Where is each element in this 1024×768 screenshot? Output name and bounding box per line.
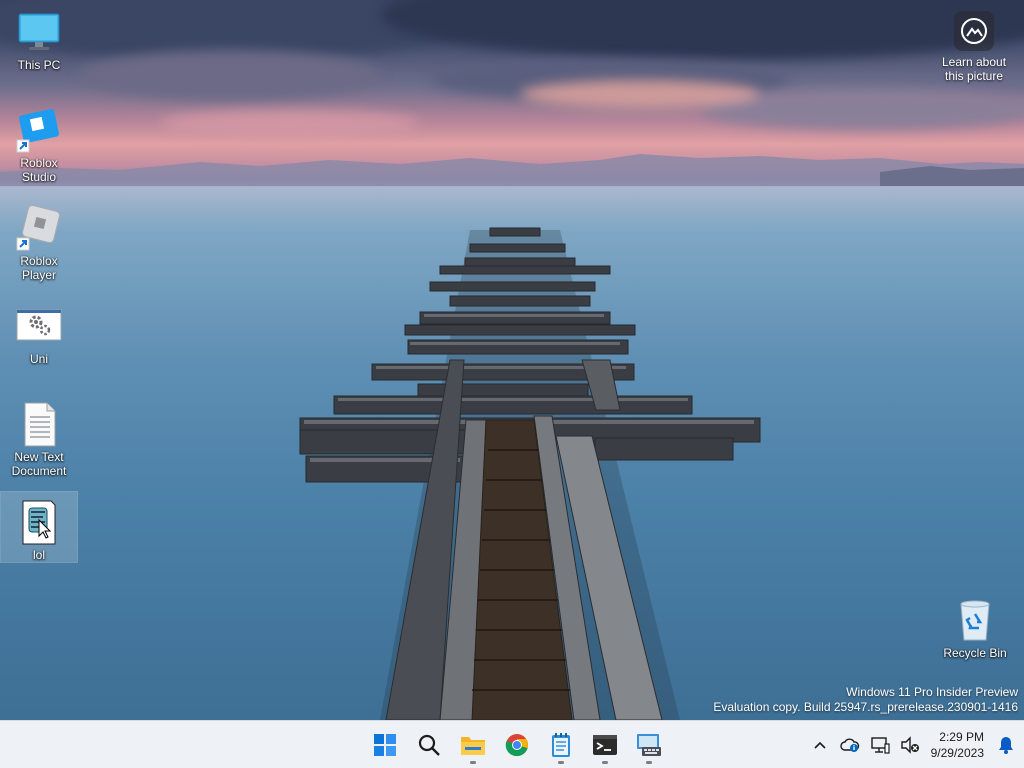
desktop-icon-lol[interactable]: lol <box>0 491 78 563</box>
system-tray: 2:29 PM 9/29/2023 <box>805 721 1024 768</box>
watermark-build: Evaluation copy. Build 25947.rs_prerelea… <box>713 700 1018 714</box>
volume-muted-icon <box>900 735 919 754</box>
running-indicator <box>646 761 652 764</box>
script-file-icon <box>15 498 63 546</box>
terminal-icon <box>593 735 617 755</box>
recycle-bin-icon <box>951 596 999 644</box>
running-indicator <box>470 761 476 764</box>
notepad-icon <box>552 733 570 757</box>
desktop-icon-new-text-document[interactable]: New Text Document <box>1 394 77 478</box>
search-button[interactable] <box>410 725 448 765</box>
desktop-icon-label: New Text Document <box>11 450 67 478</box>
tray-volume-button[interactable] <box>895 725 925 765</box>
desktop-icon-label: This PC <box>17 58 61 72</box>
desktop-icon-label: Recycle Bin <box>943 646 1007 660</box>
cloud-info-icon <box>839 738 859 752</box>
taskbar-clock[interactable]: 2:29 PM 9/29/2023 <box>925 729 992 761</box>
learn-about-picture-button[interactable]: Learn about this picture <box>932 8 1016 83</box>
desktop-icon-label: Uni <box>29 352 48 366</box>
search-icon <box>418 734 440 756</box>
clock-date: 9/29/2023 <box>930 745 984 760</box>
taskbar-pinned-apps <box>363 725 671 765</box>
remote-keyboard-icon <box>637 734 661 756</box>
text-file-icon <box>15 400 63 448</box>
file-explorer-icon <box>461 737 485 755</box>
show-hidden-icons-button[interactable] <box>805 725 835 765</box>
desktop-icon-label: lol <box>32 548 45 562</box>
tray-network-button[interactable] <box>865 725 895 765</box>
desktop-icon-roblox-player[interactable]: Roblox Player <box>1 198 77 282</box>
desktop-icon-uni[interactable]: Uni <box>1 296 77 366</box>
bell-icon <box>999 736 1013 754</box>
taskbar: 2:29 PM 9/29/2023 <box>0 720 1024 768</box>
watermark-edition: Windows 11 Pro Insider Preview <box>846 685 1018 699</box>
settings-app-icon <box>15 302 63 350</box>
running-indicator <box>558 761 564 764</box>
desktop-wallpaper <box>0 0 1024 720</box>
tray-onedrive-button[interactable] <box>835 725 865 765</box>
taskbar-terminal[interactable] <box>586 725 624 765</box>
learn-about-picture-label: Learn about this picture <box>941 55 1007 83</box>
taskbar-file-explorer[interactable] <box>454 725 492 765</box>
start-button[interactable] <box>366 725 404 765</box>
desktop-icon-this-pc[interactable]: This PC <box>1 2 77 72</box>
roblox-studio-icon <box>15 106 63 154</box>
evaluation-watermark: Windows 11 Pro Insider Preview Evaluatio… <box>713 685 1018 715</box>
taskbar-notepad[interactable] <box>542 725 580 765</box>
taskbar-chrome[interactable] <box>498 725 536 765</box>
spotlight-camera-icon <box>954 11 994 51</box>
running-indicator <box>602 761 608 764</box>
clock-time: 2:29 PM <box>939 729 984 744</box>
chevron-up-icon <box>814 741 826 749</box>
network-icon <box>870 736 890 754</box>
start-icon <box>374 734 396 756</box>
monitor-icon <box>15 8 63 56</box>
desktop-icon-recycle-bin[interactable]: Recycle Bin <box>937 590 1013 660</box>
notifications-button[interactable] <box>992 725 1020 765</box>
chrome-icon <box>505 734 528 757</box>
desktop-icon-label: Roblox Studio <box>20 156 58 184</box>
roblox-player-icon <box>15 204 63 252</box>
taskbar-remote-app[interactable] <box>630 725 668 765</box>
desktop-icon-label: Roblox Player <box>20 254 58 282</box>
wooden-pier <box>299 227 761 720</box>
desktop-icon-roblox-studio[interactable]: Roblox Studio <box>1 100 77 184</box>
